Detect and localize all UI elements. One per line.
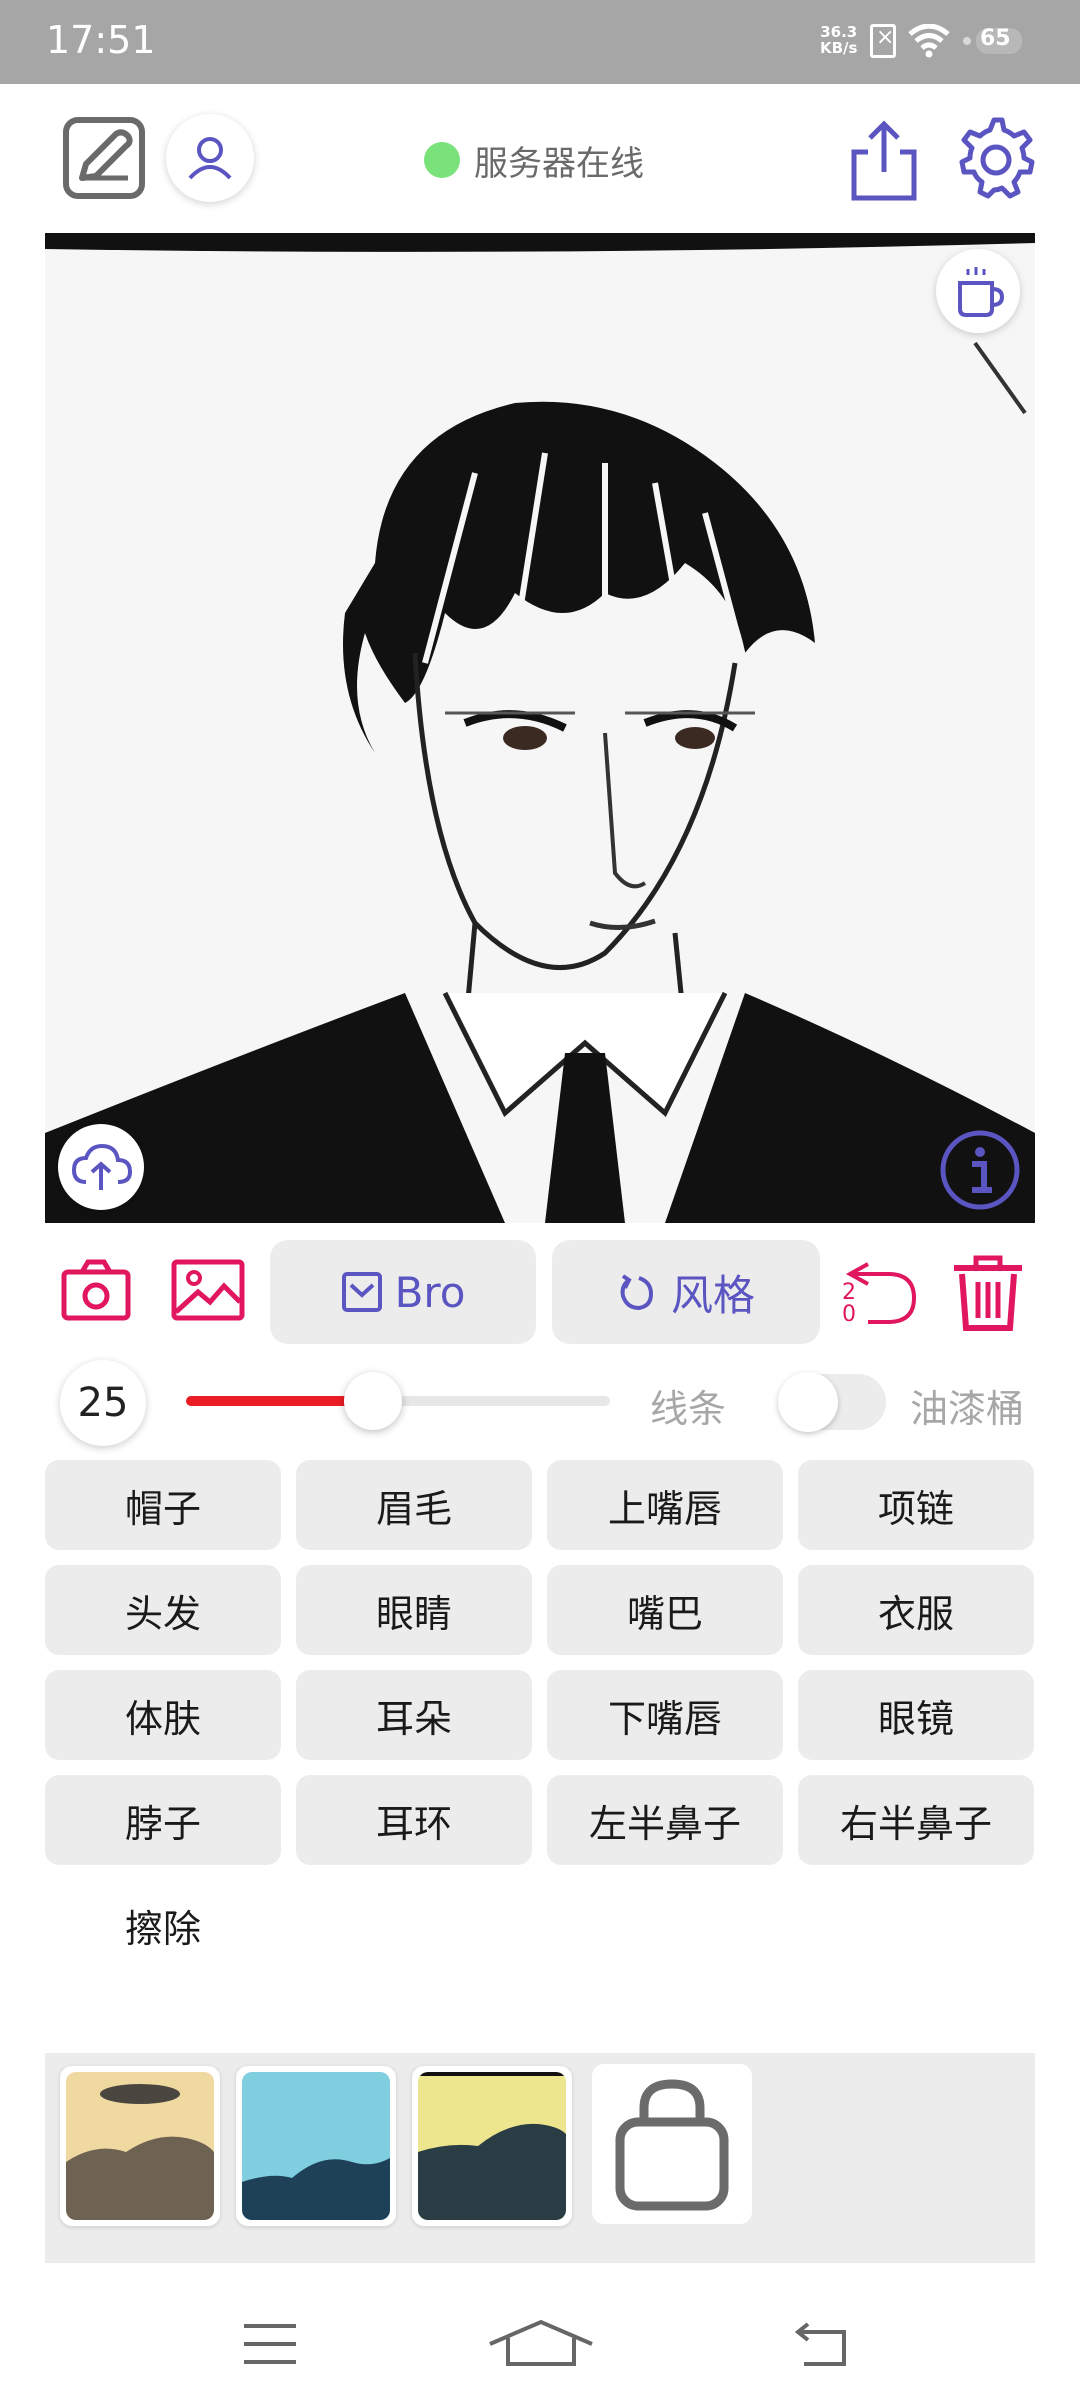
part-button[interactable]: 耳朵	[296, 1670, 532, 1760]
undo-button[interactable]: 20	[842, 1252, 920, 1332]
paint-bucket-label: 油漆桶	[910, 1387, 1025, 1431]
edit-button[interactable]	[62, 116, 146, 200]
style-thumbnail[interactable]	[412, 2066, 572, 2226]
server-status-dot	[424, 142, 460, 178]
trash-icon	[954, 1255, 1022, 1331]
part-button[interactable]: 脖子	[45, 1775, 281, 1865]
mode-label: Bro	[394, 1267, 466, 1317]
style-thumbnail[interactable]	[60, 2066, 220, 2226]
part-button[interactable]: 体肤	[45, 1670, 281, 1760]
user-icon	[188, 137, 232, 180]
style-label: 风格	[670, 1270, 755, 1320]
wifi-icon	[908, 24, 950, 58]
thumbnail-image	[66, 2072, 214, 2220]
settings-icon	[959, 117, 1035, 199]
refresh-icon	[620, 1274, 653, 1311]
part-button[interactable]: 耳环	[296, 1775, 532, 1865]
home-icon[interactable]	[484, 2318, 598, 2368]
share-button[interactable]	[846, 118, 922, 202]
style-thumbnail[interactable]	[236, 2066, 396, 2226]
coffee-icon	[958, 267, 1005, 317]
image-icon	[171, 1259, 245, 1321]
part-button[interactable]: 眉毛	[296, 1460, 532, 1550]
drawing-canvas[interactable]	[45, 233, 1035, 1223]
part-button[interactable]: 头发	[45, 1565, 281, 1655]
brush-size-slider-thumb[interactable]	[344, 1372, 402, 1430]
part-button[interactable]: 衣服	[798, 1565, 1034, 1655]
navigation-bar	[0, 2280, 1080, 2408]
gallery-button[interactable]	[170, 1258, 246, 1322]
settings-button[interactable]	[952, 116, 1036, 200]
paint-bucket-toggle-thumb[interactable]	[778, 1372, 838, 1432]
undo-count: 20	[842, 1280, 856, 1327]
network-speed-value: 36.3	[820, 23, 858, 41]
server-status: 服务器在线	[474, 144, 644, 184]
sketch-image	[45, 233, 1035, 1223]
status-bar: 17:51 36.3 KB/s 65	[0, 0, 1080, 84]
delete-button[interactable]	[948, 1252, 1028, 1332]
part-button[interactable]: 眼睛	[296, 1565, 532, 1655]
part-button[interactable]: 上嘴唇	[547, 1460, 783, 1550]
part-button[interactable]: 嘴巴	[547, 1565, 783, 1655]
part-button[interactable]: 眼镜	[798, 1670, 1034, 1760]
camera-icon	[61, 1259, 131, 1321]
menu-icon[interactable]	[242, 2322, 298, 2366]
brush-size-value: 25	[60, 1360, 146, 1446]
user-button[interactable]	[166, 114, 254, 202]
locked-style-button[interactable]	[592, 2064, 752, 2224]
part-button[interactable]: 项链	[798, 1460, 1034, 1550]
info-icon	[940, 1130, 1020, 1210]
network-speed-unit: KB/s	[820, 39, 858, 57]
share-icon	[851, 120, 917, 201]
status-time: 17:51	[46, 18, 156, 62]
line-mode-label[interactable]: 线条	[650, 1378, 726, 1433]
style-button[interactable]: 风格	[552, 1240, 820, 1344]
checkbox-icon	[341, 1272, 382, 1312]
part-button[interactable]: 帽子	[45, 1460, 281, 1550]
part-button[interactable]: 右半鼻子	[798, 1775, 1034, 1865]
coffee-button[interactable]	[936, 249, 1020, 333]
battery-level: 65	[980, 26, 1011, 51]
edit-icon	[63, 117, 145, 199]
network-speed: 36.3 KB/s	[820, 24, 857, 56]
part-button[interactable]: 下嘴唇	[547, 1670, 783, 1760]
info-button[interactable]	[938, 1128, 1022, 1212]
cloud-upload-button[interactable]	[58, 1124, 144, 1210]
back-icon[interactable]	[794, 2320, 850, 2368]
camera-button[interactable]	[60, 1258, 132, 1322]
part-button[interactable]: 左半鼻子	[547, 1775, 783, 1865]
cloud-upload-icon	[71, 1143, 133, 1190]
thumbnail-image	[418, 2072, 566, 2220]
sim-off-icon	[870, 24, 896, 58]
mode-button[interactable]: Bro	[270, 1240, 536, 1344]
erase-button[interactable]: 擦除	[45, 1880, 281, 1970]
thumbnail-image	[242, 2072, 390, 2220]
lock-icon	[615, 2079, 729, 2211]
